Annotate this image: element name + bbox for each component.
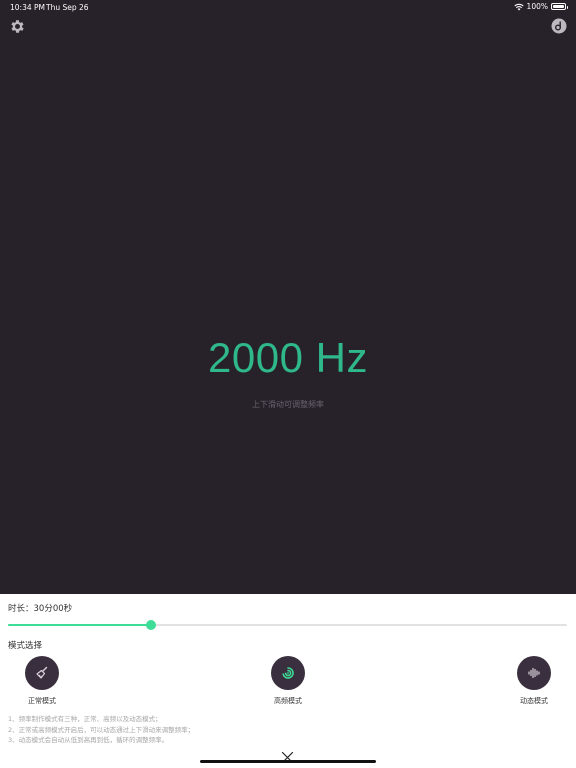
- note-line: 3、动态模式会自动从低到高再到低，循环的调整频率。: [8, 736, 169, 744]
- settings-button[interactable]: [9, 18, 26, 35]
- mode-high-frequency-label: 高频模式: [274, 697, 302, 705]
- note-line: 2、正常或高频模式开启后，可以动态通过上下滑动来调整频率；: [8, 725, 195, 734]
- mode-dynamic-circle: [517, 656, 551, 690]
- slider-thumb[interactable]: [145, 620, 156, 630]
- mode-dynamic-button[interactable]: 动态模式: [504, 656, 564, 706]
- control-panel: 时长：30分00秒 模式选择 正常模式 高频模式 动态模式 1、频率制作模式有三…: [0, 594, 576, 768]
- frequency-pad[interactable]: 10:34 PM Thu Sep 26 100% 2000 Hz 上下滑动可调整…: [0, 0, 576, 594]
- status-right: 100%: [513, 2, 568, 11]
- battery-icon: [551, 3, 568, 10]
- music-button[interactable]: [551, 18, 567, 34]
- mode-high-frequency-button[interactable]: 高频模式: [258, 656, 318, 706]
- duration-slider[interactable]: [8, 620, 567, 630]
- mode-dynamic-label: 动态模式: [520, 697, 548, 705]
- frequency-hint: 上下滑动可调整频率: [252, 400, 324, 409]
- sound-wave-icon: [528, 667, 540, 679]
- app-screen: 10:34 PM Thu Sep 26 100% 2000 Hz 上下滑动可调整…: [0, 0, 576, 768]
- broom-icon: [36, 666, 48, 679]
- mode-normal-button[interactable]: 正常模式: [12, 656, 72, 706]
- duration-label: 时长：30分00秒: [8, 604, 73, 614]
- battery-fill: [553, 5, 564, 8]
- battery-percentage: 100%: [526, 2, 548, 11]
- mode-notes: 1、频率制作模式有三种，正常、高频以及动态模式； 2、正常或高频模式开启后，可以…: [8, 714, 194, 746]
- mode-high-frequency-circle: [271, 656, 305, 690]
- home-indicator: [200, 760, 376, 763]
- music-disc-icon: [551, 18, 567, 34]
- swirl-icon: [282, 667, 294, 679]
- wifi-icon: [513, 3, 524, 10]
- mode-title: 模式选择: [8, 641, 43, 651]
- frequency-value: 2000 Hz: [208, 334, 368, 381]
- mode-normal-circle: [25, 656, 59, 690]
- note-line: 1、频率制作模式有三种，正常、高频以及动态模式；: [8, 715, 162, 723]
- slider-fill: [8, 624, 151, 626]
- mode-normal-label: 正常模式: [28, 697, 56, 705]
- status-time: 10:34 PM: [10, 3, 45, 12]
- status-bar: 10:34 PM Thu Sep 26 100%: [0, 0, 576, 14]
- gear-icon: [11, 20, 24, 33]
- status-date: Thu Sep 26: [46, 3, 89, 12]
